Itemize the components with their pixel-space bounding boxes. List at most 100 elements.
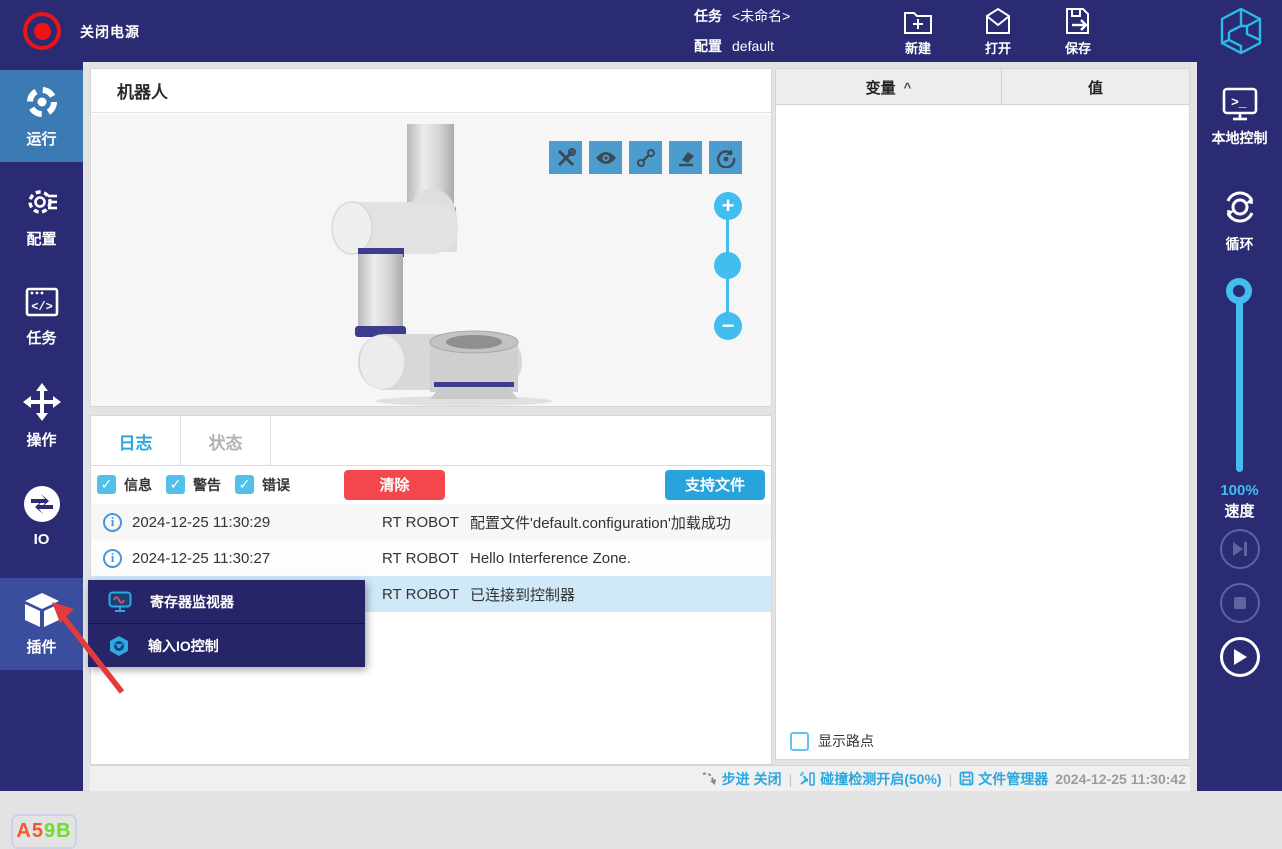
step-mode-status[interactable]: 步进 关闭	[701, 769, 782, 789]
speed-slider-knob[interactable]	[1226, 278, 1252, 304]
show-waypoints-row: 显示路点	[790, 731, 874, 751]
sidebar-item-label: 操作	[26, 429, 56, 450]
sidebar-item-operate[interactable]: 操作	[0, 370, 83, 462]
filter-info-label: 信息	[124, 475, 152, 495]
plugin-popup-menu: 寄存器监视器 输入IO控制	[88, 580, 365, 667]
rotate-view-icon	[716, 148, 736, 168]
tools-icon	[556, 148, 576, 168]
tab-status[interactable]: 状态	[181, 416, 271, 466]
visibility-button[interactable]	[589, 141, 622, 174]
info-icon: i	[103, 513, 122, 532]
svg-text:>_: >_	[1231, 95, 1247, 110]
step-mode-label: 步进 关闭	[722, 769, 782, 789]
version-badge: A59B	[11, 814, 77, 849]
column-variable[interactable]: 变量 ^	[776, 69, 1002, 105]
robot-3d-viewport[interactable]: + −	[92, 114, 771, 406]
config-line: 配置default	[694, 36, 774, 56]
sort-asc-icon: ^	[904, 80, 912, 95]
column-value-label: 值	[1088, 77, 1103, 98]
badge-part2: 9B	[44, 820, 72, 843]
task-label: 任务	[694, 8, 722, 24]
power-button[interactable]	[20, 9, 64, 53]
robot-panel-title: 机器人	[91, 69, 771, 113]
stop-icon	[1233, 596, 1247, 610]
badge-part1: A5	[16, 820, 44, 843]
show-waypoints-checkbox[interactable]	[790, 732, 809, 751]
log-message: 已连接到控制器	[470, 584, 575, 605]
sidebar-item-run[interactable]: 运行	[0, 70, 83, 162]
io-arrows-icon	[23, 485, 61, 523]
stop-button[interactable]	[1220, 583, 1260, 623]
menu-item-label: 寄存器监视器	[150, 592, 234, 612]
gear-icon	[24, 184, 60, 220]
sidebar-item-task[interactable]: </> 任务	[0, 270, 83, 362]
menu-item-input-io-control[interactable]: 输入IO控制	[88, 624, 365, 667]
tools-button[interactable]	[549, 141, 582, 174]
viewport-toolbar	[549, 141, 742, 174]
log-filter-bar: ✓ 信息 ✓ 警告 ✓ 错误 清除 支持文件	[91, 466, 771, 503]
menu-item-label: 输入IO控制	[148, 636, 219, 656]
zoom-in-button[interactable]: +	[714, 192, 742, 220]
log-time: 2024-12-25 11:30:27	[132, 550, 382, 567]
log-row[interactable]: i 2024-12-25 11:30:29 RT ROBOT 配置文件'defa…	[91, 504, 771, 540]
support-file-button[interactable]: 支持文件	[665, 470, 765, 500]
local-control-button[interactable]: >_ 本地控制	[1197, 86, 1282, 148]
config-label: 配置	[694, 38, 722, 54]
sidebar-item-label: IO	[34, 531, 50, 548]
sidebar-item-config[interactable]: 配置	[0, 170, 83, 262]
loop-button[interactable]: 循环	[1197, 186, 1282, 254]
log-tabs: 日志 状态	[91, 416, 771, 466]
statusbar-timestamp: 2024-12-25 11:30:42	[1055, 771, 1186, 787]
filter-error-checkbox[interactable]: ✓	[235, 475, 254, 494]
log-message: Hello Interference Zone.	[470, 550, 631, 567]
play-button[interactable]	[1220, 637, 1260, 677]
file-manager-button[interactable]: 文件管理器	[959, 769, 1048, 789]
play-icon	[1232, 648, 1248, 666]
filter-error-label: 错误	[262, 475, 290, 495]
top-bar: 关闭电源 任务<未命名> 配置default 新建 打开 保存	[0, 0, 1282, 62]
show-waypoints-label: 显示路点	[818, 731, 874, 751]
log-time: 2024-12-25 11:30:29	[132, 514, 382, 531]
file-manager-label: 文件管理器	[978, 769, 1048, 789]
zoom-out-button[interactable]: −	[714, 312, 742, 340]
speed-percent: 100%	[1197, 482, 1282, 499]
sidebar-item-plugin[interactable]: 插件	[0, 578, 83, 670]
column-value[interactable]: 值	[1002, 69, 1189, 105]
log-message: 配置文件'default.configuration'加载成功	[470, 512, 731, 533]
step-arrow-icon	[701, 771, 718, 786]
collision-detection-status[interactable]: 碰撞检测开启(50%)	[799, 769, 941, 789]
right-sidebar: >_ 本地控制 循环 100% 速度	[1197, 62, 1282, 791]
sidebar-item-label: 配置	[26, 228, 56, 249]
loop-label: 循环	[1226, 234, 1254, 254]
log-row[interactable]: i 2024-12-25 11:30:27 RT ROBOT Hello Int…	[91, 540, 771, 576]
statusbar-separator: |	[949, 771, 953, 787]
power-icon	[23, 12, 61, 50]
status-bar: 步进 关闭 | 碰撞检测开启(50%) | 文件管理器 2024-12-25 1…	[90, 765, 1190, 791]
menu-item-register-monitor[interactable]: 寄存器监视器	[88, 580, 365, 623]
filter-info-checkbox[interactable]: ✓	[97, 475, 116, 494]
log-source: RT ROBOT	[382, 586, 470, 603]
left-sidebar: 运行 配置 </> 任务 操作	[0, 62, 83, 791]
move-arrows-icon	[23, 383, 61, 421]
filter-warning-checkbox[interactable]: ✓	[166, 475, 185, 494]
path-spline-icon	[636, 148, 656, 168]
column-variable-label: 变量	[866, 77, 896, 98]
open-label: 打开	[985, 38, 1011, 57]
clear-log-button[interactable]: 清除	[344, 470, 445, 500]
view-zoom-knob[interactable]	[714, 252, 741, 279]
file-manager-icon	[959, 771, 974, 786]
path-button[interactable]	[629, 141, 662, 174]
save-task-button[interactable]: 保存	[1046, 4, 1110, 60]
collision-label: 碰撞检测开启(50%)	[820, 769, 941, 789]
sidebar-item-io[interactable]: IO	[0, 470, 83, 562]
reset-view-button[interactable]	[709, 141, 742, 174]
sidebar-item-label: 任务	[26, 327, 56, 348]
code-window-icon: </>	[24, 285, 60, 319]
step-forward-button[interactable]	[1220, 529, 1260, 569]
speed-slider-track[interactable]	[1236, 290, 1243, 472]
eraser-button[interactable]	[669, 141, 702, 174]
open-task-button[interactable]: 打开	[966, 4, 1030, 60]
collision-icon	[799, 771, 816, 787]
new-task-button[interactable]: 新建	[886, 4, 950, 60]
tab-log[interactable]: 日志	[91, 416, 181, 466]
